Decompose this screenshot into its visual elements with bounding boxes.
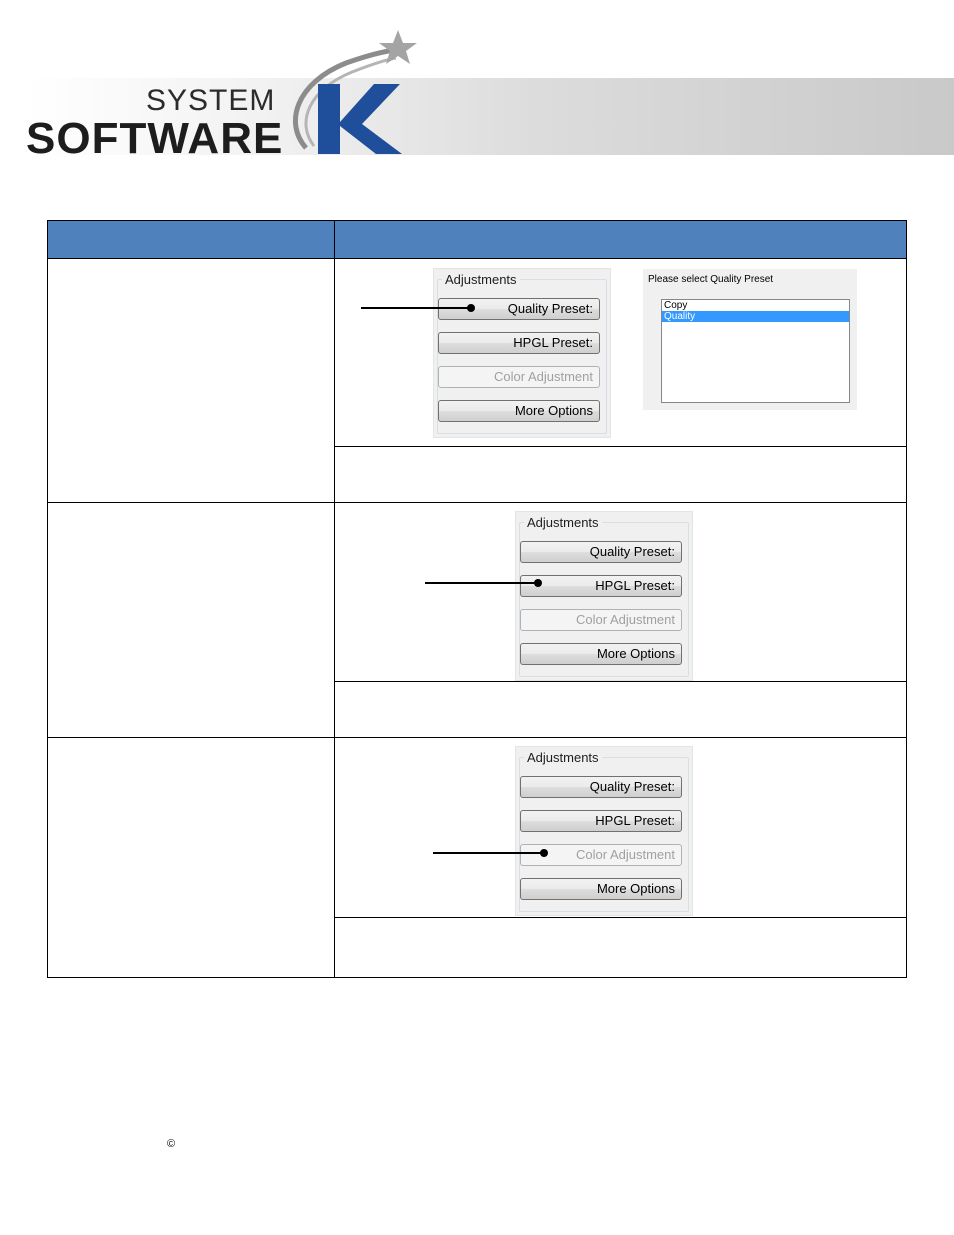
screenshot-cell: Adjustments Quality Preset: HPGL Preset:… [335, 259, 906, 447]
hpgl-preset-button[interactable]: HPGL Preset: [520, 810, 682, 832]
hpgl-preset-button[interactable]: HPGL Preset: [438, 332, 600, 354]
color-adjustment-button[interactable]: Color Adjustment [520, 609, 682, 631]
more-options-button[interactable]: More Options [520, 878, 682, 900]
screenshot-cell: Adjustments Quality Preset: HPGL Preset:… [335, 503, 906, 682]
table-row: Adjustments Quality Preset: HPGL Preset:… [48, 259, 906, 503]
logo-software-text: SOFTWARE [26, 114, 284, 163]
table-header-cell-2 [335, 221, 906, 258]
adjustments-panel: Adjustments Quality Preset: HPGL Preset:… [515, 746, 693, 916]
description-cell [335, 918, 906, 977]
system-k-logo: SYSTEM SOFTWARE [26, 28, 417, 163]
table-header-cell-1 [48, 221, 335, 258]
color-adjustment-button[interactable]: Color Adjustment [438, 366, 600, 388]
description-cell [335, 682, 906, 737]
instructions-table: Adjustments Quality Preset: HPGL Preset:… [47, 220, 907, 978]
row-label-cell [48, 738, 335, 977]
more-options-button[interactable]: More Options [438, 400, 600, 422]
row-label-cell [48, 503, 335, 737]
screenshot-cell: Adjustments Quality Preset: HPGL Preset:… [335, 738, 906, 918]
quality-preset-button[interactable]: Quality Preset: [520, 541, 682, 563]
adjustments-panel: Adjustments Quality Preset: HPGL Preset:… [433, 268, 611, 438]
row-label-cell [48, 259, 335, 502]
logo-k-swoosh-icon [292, 30, 417, 154]
hpgl-preset-button[interactable]: HPGL Preset: [520, 575, 682, 597]
table-row: Adjustments Quality Preset: HPGL Preset:… [48, 503, 906, 738]
dialog-title: Please select Quality Preset [648, 274, 774, 285]
quality-preset-button[interactable]: Quality Preset: [520, 776, 682, 798]
table-header [48, 221, 906, 259]
list-item-selected[interactable]: Quality [662, 311, 849, 322]
adjustments-title: Adjustments [442, 272, 520, 287]
description-cell [335, 447, 906, 502]
callout-pointer [361, 304, 475, 312]
list-item[interactable]: Copy [662, 300, 849, 311]
copyright-symbol: © [167, 1138, 176, 1150]
adjustments-title: Adjustments [524, 515, 602, 530]
more-options-button[interactable]: More Options [520, 643, 682, 665]
logo-system-text: SYSTEM [146, 84, 276, 117]
table-row: Adjustments Quality Preset: HPGL Preset:… [48, 738, 906, 977]
callout-pointer [425, 579, 542, 587]
callout-pointer [433, 849, 548, 857]
quality-preset-dialog: Please select Quality Preset Copy Qualit… [643, 269, 857, 410]
adjustments-panel: Adjustments Quality Preset: HPGL Preset:… [515, 511, 693, 681]
quality-preset-button[interactable]: Quality Preset: [438, 298, 600, 320]
quality-preset-list[interactable]: Copy Quality [661, 299, 850, 403]
adjustments-title: Adjustments [524, 750, 602, 765]
